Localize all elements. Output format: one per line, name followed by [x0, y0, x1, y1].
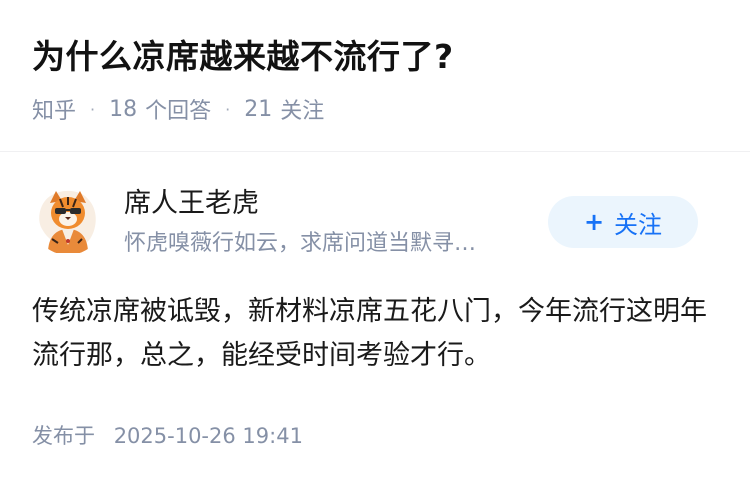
- tiger-avatar-icon: [32, 183, 104, 255]
- publish-datetime: 2025-10-26 19:41: [113, 424, 303, 448]
- avatar[interactable]: [32, 183, 104, 255]
- follow-button[interactable]: + 关注: [548, 196, 698, 248]
- answer-page: 为什么凉席越来越不流行了? 知乎 · 18 个回答 · 21 关注 席人王老虎 …: [0, 0, 750, 486]
- answer-body: 传统凉席被诋毁，新材料凉席五花八门，今年流行这明年流行那，总之，能经受时间考验才…: [32, 296, 707, 371]
- followers-count: 21: [244, 96, 273, 122]
- question-title[interactable]: 为什么凉席越来越不流行了?: [32, 34, 454, 80]
- publish-info: 发布于 2025-10-26 19:41: [32, 420, 303, 450]
- follow-button-label: 关注: [614, 210, 663, 239]
- plus-icon: +: [583, 208, 605, 236]
- divider: [0, 151, 750, 152]
- author-bio: 怀虎嗅薇行如云，求席问道当默寻…: [124, 231, 477, 256]
- meta-separator: ·: [90, 99, 96, 119]
- answers-count[interactable]: 18: [109, 97, 137, 122]
- author-name[interactable]: 席人王老虎: [124, 186, 259, 222]
- followers-label: 关注: [280, 99, 325, 124]
- meta-separator: ·: [225, 99, 231, 119]
- publish-label: 发布于: [32, 424, 95, 448]
- question-meta: 知乎 · 18 个回答 · 21 关注: [32, 93, 325, 125]
- answers-label[interactable]: 个回答: [145, 93, 211, 125]
- source-label[interactable]: 知乎: [32, 93, 76, 125]
